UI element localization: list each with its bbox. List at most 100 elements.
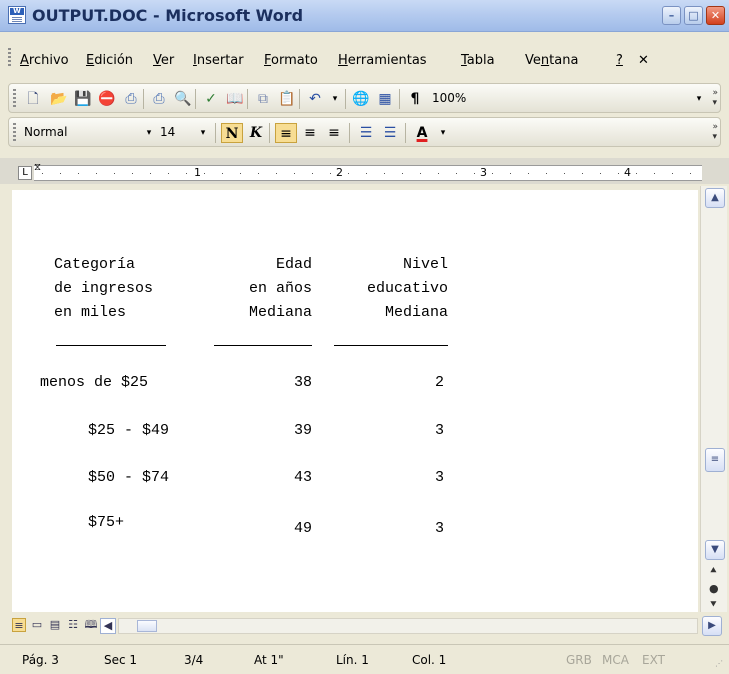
ruler-tick (528, 173, 529, 174)
view-and-scroll-row: ≡ ▭ ▤ ☷ 🕮 ◀ ▶ (0, 612, 729, 640)
word-logo-letter: W (10, 8, 24, 15)
permission-icon[interactable]: ⛔ (97, 89, 117, 109)
status-extend[interactable]: EXT (642, 653, 665, 667)
status-track-changes[interactable]: MCA (602, 653, 629, 667)
undo-icon[interactable]: ↶ (305, 89, 325, 109)
vertical-scrollbar[interactable]: ▲ ≡ ▼ ⯅ ● ⯆ (700, 186, 727, 612)
web-layout-icon[interactable]: ▭ (30, 618, 44, 632)
maximize-button[interactable]: □ (684, 6, 703, 25)
reading-layout-icon[interactable]: 🕮 (84, 618, 98, 632)
normal-view-icon[interactable]: ≡ (12, 618, 26, 632)
resize-grip-icon[interactable]: ⋰ (715, 659, 725, 669)
ruler-tick (114, 173, 115, 174)
header-edad-line3: Mediana (248, 304, 312, 321)
row-age: 43 (293, 469, 312, 486)
menu-help[interactable]: ? (616, 53, 623, 68)
italic-button[interactable]: K (245, 123, 267, 143)
toolbar-grip[interactable] (13, 123, 16, 143)
row-level: 3 (434, 520, 444, 537)
hyperlink-icon[interactable]: 🌐 (351, 89, 371, 109)
minimize-button[interactable]: – (662, 6, 681, 25)
ruler-tick (384, 173, 385, 174)
scroll-thumb[interactable]: ≡ (705, 448, 725, 472)
menu-herramientas[interactable]: Herramientas (338, 53, 427, 68)
align-center-icon[interactable]: ≡ (299, 123, 321, 143)
horizontal-scrollbar[interactable] (118, 618, 698, 634)
bold-button[interactable]: N (221, 123, 243, 143)
font-size-combo[interactable]: 14 (157, 123, 193, 143)
indent-marker-icon[interactable]: ⧖ (34, 162, 44, 182)
menu-archivo[interactable]: Archivo (20, 53, 69, 68)
font-color-button[interactable]: A (411, 123, 433, 143)
close-button[interactable]: ✕ (706, 6, 725, 25)
paste-icon[interactable]: 📋 (277, 89, 297, 109)
scroll-down-icon[interactable]: ▼ (705, 540, 725, 560)
save-icon[interactable]: 💾 (73, 89, 93, 109)
scroll-left-icon[interactable]: ◀ (100, 618, 116, 634)
status-section: Sec 1 (104, 653, 138, 667)
undo-dropdown-icon[interactable]: ▾ (325, 89, 345, 109)
table-icon[interactable]: ▦ (375, 89, 395, 109)
close-document-icon[interactable]: ✕ (638, 53, 649, 68)
ruler-tick (294, 173, 295, 174)
zoom-dropdown-icon[interactable]: ▾ (689, 89, 709, 109)
ruler-tick (402, 173, 403, 174)
title-bar[interactable]: W OUTPUT.DOC - Microsoft Word – □ ✕ (0, 0, 729, 32)
print-preview-icon[interactable]: ⎙ (149, 89, 169, 109)
tab-selector[interactable]: L (18, 166, 32, 180)
numbering-icon[interactable]: ☰ (355, 123, 377, 143)
toolbar-options-icon[interactable]: » ▾ (712, 122, 718, 142)
status-page: Pág. 3 (22, 653, 59, 667)
menu-ventana[interactable]: Ventana (525, 53, 578, 68)
row-level: 3 (434, 422, 444, 439)
toolbar-grip[interactable] (13, 89, 16, 109)
scroll-right-icon[interactable]: ▶ (702, 616, 722, 636)
outline-view-icon[interactable]: ☷ (66, 618, 80, 632)
status-pages: 3/4 (184, 653, 204, 667)
select-browse-object-icon[interactable]: ● (709, 582, 719, 595)
menu-edicion[interactable]: Edición (86, 53, 133, 68)
open-folder-icon[interactable]: 📂 (49, 89, 69, 109)
research-icon[interactable]: 📖 (225, 89, 245, 109)
ruler-tick (204, 173, 205, 174)
bullets-icon[interactable]: ☰ (379, 123, 401, 143)
ruler-tick (582, 173, 583, 174)
ruler-tick (366, 173, 367, 174)
spelling-icon[interactable]: ✓ (201, 89, 221, 109)
menubar-grip[interactable] (8, 48, 11, 68)
horizontal-scroll-thumb[interactable] (137, 620, 157, 632)
next-page-icon[interactable]: ⯆ (709, 598, 718, 612)
menu-insertar[interactable]: Insertar (193, 53, 244, 68)
horizontal-ruler[interactable]: 1 2 3 4 (34, 165, 702, 181)
style-combo[interactable]: Normal (21, 123, 131, 143)
status-record-macro[interactable]: GRB (566, 653, 592, 667)
print-layout-icon[interactable]: ▤ (48, 618, 62, 632)
row-age: 49 (293, 520, 312, 537)
zoom-combo[interactable]: 100% (429, 89, 489, 109)
scroll-up-icon[interactable]: ▲ (705, 188, 725, 208)
ruler-tick (78, 173, 79, 174)
menu-ver[interactable]: Ver (153, 53, 174, 68)
font-color-dropdown-icon[interactable]: ▾ (433, 123, 453, 143)
document-page[interactable]: Categoría de ingresos en miles Edad en a… (12, 190, 698, 612)
toolbar-options-icon[interactable]: » ▾ (712, 88, 718, 108)
zoom-preview-icon[interactable]: 🔍 (173, 89, 193, 109)
copy-icon[interactable]: ⧉ (253, 89, 273, 109)
ruler-tick (654, 173, 655, 174)
print-icon[interactable]: ⎙ (121, 89, 141, 109)
style-value: Normal (24, 125, 68, 139)
ruler-tick (510, 173, 511, 174)
row-age: 39 (293, 422, 312, 439)
new-document-icon[interactable]: 🗋 (23, 89, 43, 109)
show-formatting-icon[interactable]: ¶ (405, 89, 425, 109)
row-age: 38 (293, 374, 312, 391)
style-dropdown-icon[interactable]: ▾ (139, 123, 159, 143)
word-document-icon: W (8, 6, 26, 24)
menu-tabla[interactable]: Tabla (461, 53, 495, 68)
align-right-icon[interactable]: ≡ (323, 123, 345, 143)
menu-formato[interactable]: Formato (264, 53, 318, 68)
font-size-dropdown-icon[interactable]: ▾ (193, 123, 213, 143)
align-left-icon[interactable]: ≡ (275, 123, 297, 143)
ruler-number: 1 (194, 166, 201, 179)
previous-page-icon[interactable]: ⯅ (709, 564, 718, 578)
